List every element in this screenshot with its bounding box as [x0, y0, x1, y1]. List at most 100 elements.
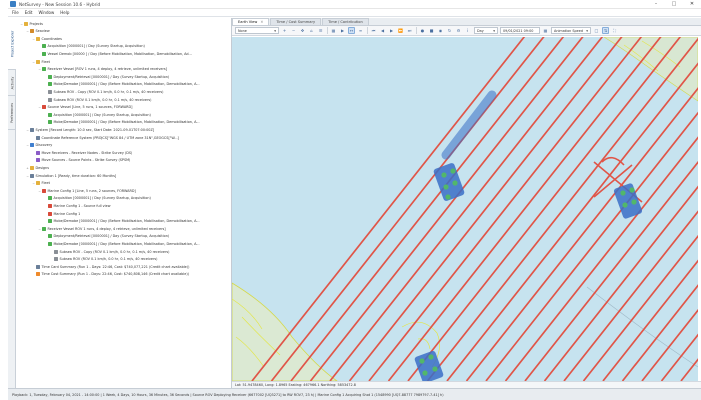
close-tab-icon[interactable]: ✕ — [260, 20, 263, 24]
tree-item[interactable]: − Discovery — [26, 143, 52, 148]
tree-item[interactable]: Deployment/Retrieval [0000001] / Day (Su… — [44, 74, 169, 79]
tree-item[interactable]: Move Receivers - Receiver Nodes - Strike… — [32, 150, 132, 155]
source-icon — [48, 204, 52, 209]
tree-item[interactable]: Deployment/Retrieval [0000001] / Day (Su… — [44, 234, 169, 239]
tree-item[interactable]: Mobe/Demobe [0000001] / Day (Before Mobi… — [44, 219, 200, 224]
menu-bar: File Edit Window Help — [8, 9, 701, 17]
toolbar-divider — [416, 27, 417, 34]
collapse-icon[interactable]: − — [38, 105, 41, 109]
interval-select[interactable]: Day ▾ — [474, 27, 498, 34]
tree-item[interactable]: − Source Vessel [Line, 5 runs, 1 sources,… — [38, 105, 132, 110]
menu-window[interactable]: Window — [38, 10, 54, 15]
tree-item[interactable]: Subsea ROV (ROV 0.1 km/h, 0.0 hr, 0.1 m/… — [44, 97, 151, 102]
rewind-icon[interactable]: ◀ — [379, 27, 386, 34]
menu-help[interactable]: Help — [60, 10, 69, 15]
collapse-icon[interactable]: − — [38, 189, 41, 193]
tree-item[interactable]: − Projects — [20, 21, 43, 26]
tree-item[interactable]: − Fleet — [32, 59, 50, 64]
grid-icon[interactable]: ▦ — [330, 27, 337, 34]
tree-item[interactable]: Coordinate Reference System (PROJCS["WGS… — [32, 135, 179, 140]
tree-item[interactable]: Time Cost Summary (Run 1 - Days: 22:46, … — [32, 272, 189, 277]
source-line — [524, 160, 698, 381]
home-icon[interactable]: ⌂ — [308, 27, 315, 34]
tree-item[interactable]: Subsea ROV (ROV 0.1 km/h, 0.0 hr, 0.1 m/… — [50, 257, 157, 262]
forward-icon[interactable]: ⏩ — [397, 27, 404, 34]
animation-speed-select[interactable]: Animation Speed ▾ — [551, 27, 591, 34]
settings-icon[interactable]: ⚙ — [455, 27, 462, 34]
rov-cluster[interactable] — [414, 350, 444, 381]
menu-edit[interactable]: Edit — [25, 10, 33, 15]
tree-item[interactable]: − Receiver Vessel ROV 1 runs, 4 deploy, 4… — [38, 226, 166, 231]
side-tab-project-explorer[interactable]: Project Explorer — [8, 18, 16, 70]
collapse-icon[interactable]: − — [26, 143, 29, 147]
tree-item[interactable]: − Coordinates — [32, 36, 62, 41]
tree-item[interactable]: Time Card Summary (Run 1 - Days: 22:46, … — [32, 264, 189, 269]
measure-icon[interactable]: ↔ — [348, 27, 355, 34]
skip-back-icon[interactable]: ⏮ — [370, 27, 377, 34]
minimize-button[interactable]: – — [647, 0, 665, 9]
tree-item[interactable]: − Seaview — [26, 29, 50, 34]
tree-item[interactable]: Mobe/Demobe [0000001] / Day (Before Mobi… — [44, 241, 200, 247]
tree-item[interactable]: + Designs — [26, 165, 49, 171]
info-icon[interactable]: i — [464, 27, 471, 34]
tab-time-cost-summary[interactable]: Time / Cost Summary — [270, 18, 322, 25]
source-line — [368, 37, 643, 381]
tree-item[interactable]: Mobe/Demobe [0000001] / Day (Before Mobi… — [44, 120, 200, 125]
side-tab-preferences[interactable]: Preferences — [8, 96, 16, 130]
collapse-icon[interactable]: − — [38, 227, 41, 231]
menu-file[interactable]: File — [12, 10, 19, 15]
select-icon[interactable]: ▶ — [339, 27, 346, 34]
collapse-icon[interactable]: − — [26, 128, 29, 132]
rov-icon — [54, 257, 58, 262]
collapse-icon[interactable]: − — [32, 181, 35, 185]
collapse-icon[interactable]: − — [38, 67, 41, 71]
tree-item-label: Acquisition [0000001] / Day (Survey Star… — [53, 112, 151, 117]
tree-item[interactable]: − Simulation 1 [Ready, time duration: 60 … — [26, 173, 116, 178]
tree-item[interactable]: Move Sources - Source Points - Strike Su… — [32, 158, 130, 163]
tree-item[interactable]: Subsea ROV - Copy (ROV 0.1 km/h, 0.0 hr,… — [50, 249, 169, 254]
refresh-icon[interactable]: ↻ — [446, 27, 453, 34]
tree-item[interactable]: Mobe/Demobe [0000001] / Day (Before Mobi… — [44, 82, 200, 87]
expand-icon[interactable]: + — [26, 166, 29, 170]
stop-icon[interactable]: ■ — [428, 27, 435, 34]
tree-item[interactable]: Acquisition [0000001] / Day (Survey Star… — [44, 112, 151, 117]
fullscreen-icon[interactable]: ⛶ — [611, 27, 618, 34]
tree-item[interactable]: − Receiver Vessel [ROV 1 runs, 4 deploy, … — [38, 67, 167, 72]
zoom-out-icon[interactable]: − — [290, 27, 297, 34]
tree-item[interactable]: − Marine Config 1 [Line, 5 runs, 2 source… — [38, 188, 136, 193]
close-button[interactable]: ✕ — [683, 0, 701, 9]
tree-item[interactable]: Marine Config 1 — [44, 211, 80, 216]
collapse-icon[interactable]: − — [26, 29, 29, 33]
view-mode-select[interactable]: None ▾ — [235, 27, 279, 34]
collapse-icon[interactable]: − — [20, 22, 23, 26]
collapse-icon[interactable]: − — [32, 60, 35, 64]
tree-item[interactable]: Acquisition [0000001] / Day (Survey Star… — [44, 196, 151, 201]
pan-icon[interactable]: ✥ — [299, 27, 306, 34]
tree-item[interactable]: Marine Config 1 - Source full view — [44, 203, 110, 209]
calendar-icon[interactable]: ▦ — [542, 27, 549, 34]
ruler-icon[interactable]: ≡ — [357, 27, 364, 34]
tree-item[interactable]: Acquisition [0000001] / Day (Survey Star… — [38, 44, 145, 49]
side-tab-activity[interactable]: Activity — [8, 70, 16, 96]
layers-icon[interactable]: ☰ — [317, 27, 324, 34]
skip-forward-icon[interactable]: ⏭ — [406, 27, 413, 34]
tree-item[interactable]: − System [Record Length: 10.0 sec, Start … — [26, 127, 154, 133]
maximize-button[interactable]: □ — [665, 0, 683, 9]
tree-item[interactable]: Vessel Demob [00000 ] / Day (Before Mobi… — [38, 51, 192, 57]
tree-item[interactable]: Subsea ROV - Copy (ROV 0.1 km/h, 0.0 hr,… — [44, 89, 163, 95]
collapse-icon[interactable]: − — [26, 174, 29, 178]
play-icon[interactable]: ▶ — [388, 27, 395, 34]
record-icon[interactable]: ● — [419, 27, 426, 34]
survey-map-canvas[interactable] — [232, 37, 698, 381]
earth-view-map[interactable] — [232, 37, 698, 381]
collapse-icon[interactable]: − — [32, 37, 35, 41]
zoom-in-icon[interactable]: + — [281, 27, 288, 34]
lock-icon[interactable]: □ — [593, 27, 600, 34]
tree-item[interactable]: − Fleet — [32, 181, 50, 186]
date-input[interactable]: 09/01/2021 09:00 — [500, 27, 540, 34]
camera-icon[interactable]: ◉ — [437, 27, 444, 34]
tab-earth-view[interactable]: Earth View ✕ — [232, 18, 270, 25]
sync-icon[interactable]: ⇅ — [602, 27, 609, 34]
receiver-node — [629, 187, 635, 193]
tab-time-contribution[interactable]: Time / Contribution — [322, 18, 369, 25]
